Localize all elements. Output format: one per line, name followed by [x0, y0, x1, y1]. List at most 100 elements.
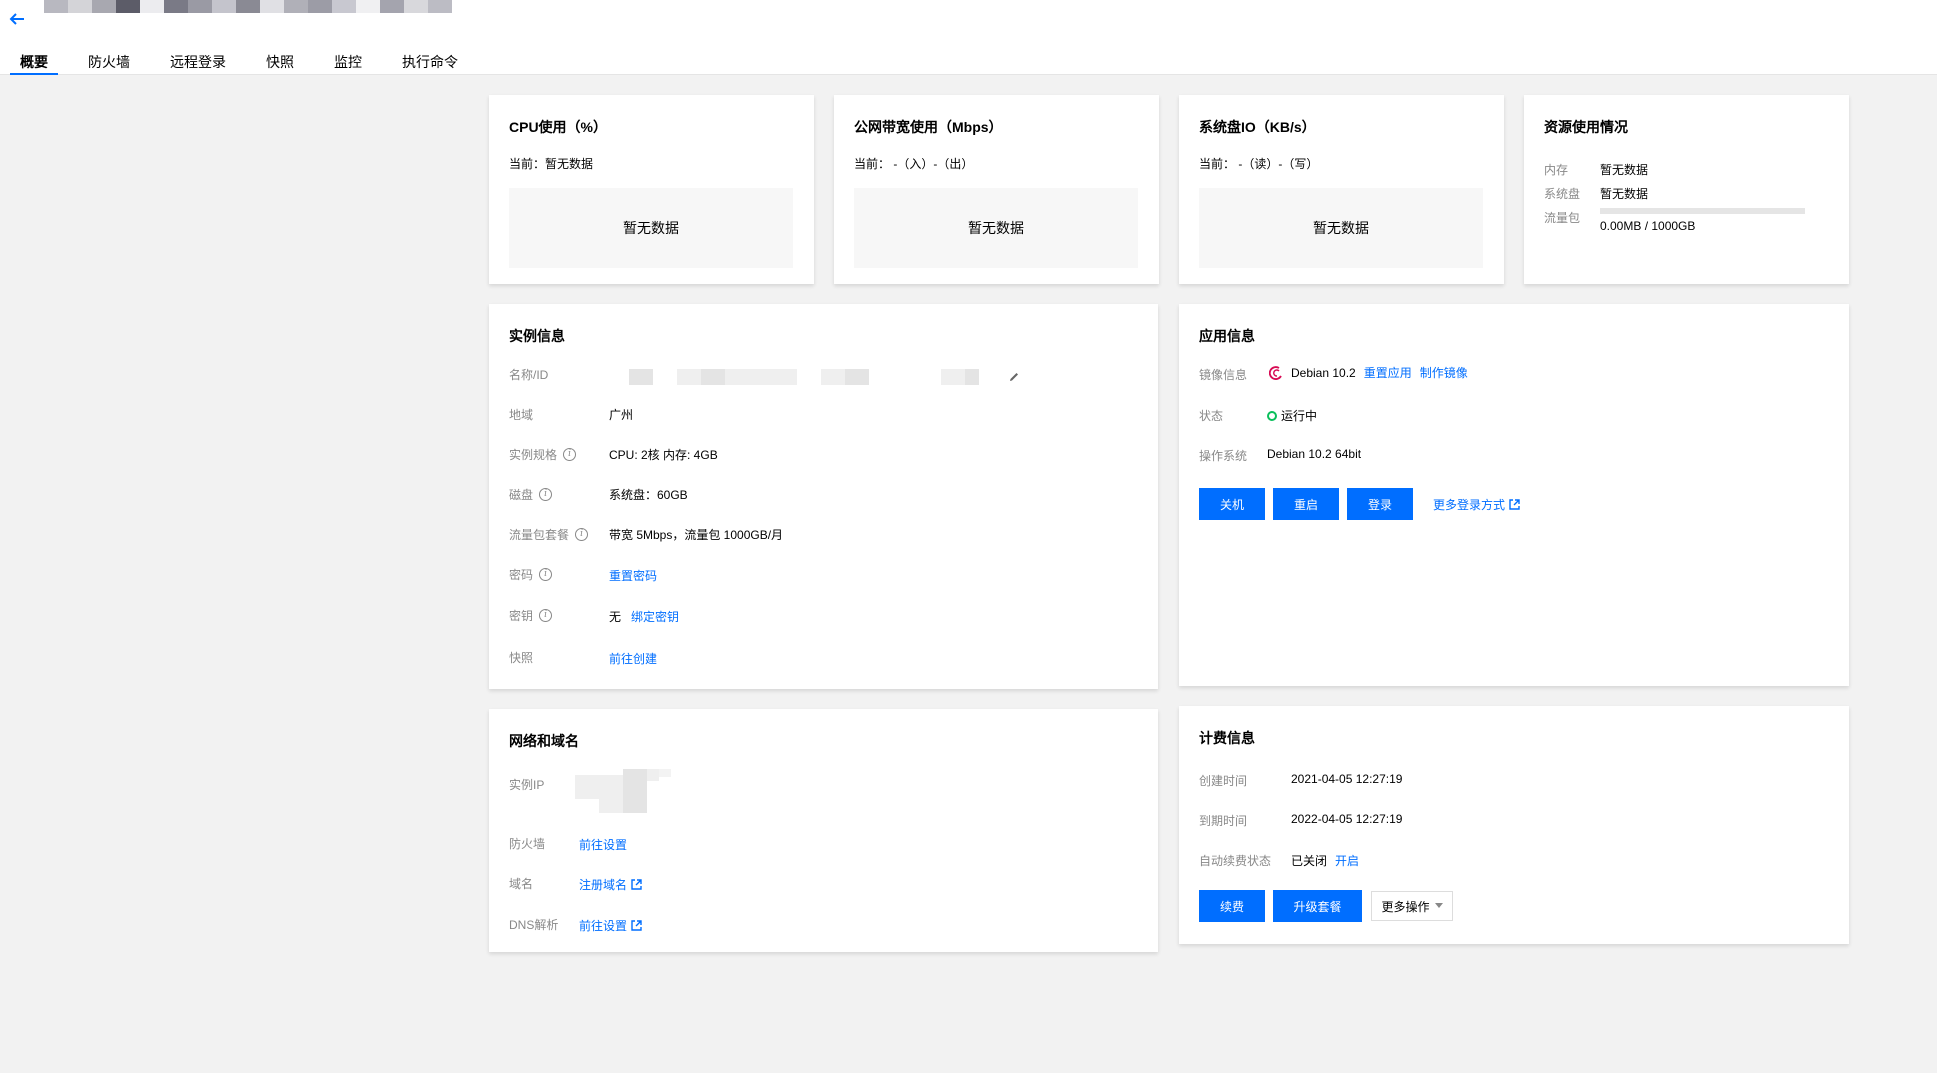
reset-app-link[interactable]: 重置应用 [1364, 364, 1412, 381]
tab-bar: 概要 防火墙 远程登录 快照 监控 执行命令 [10, 48, 488, 75]
key-value: 无 绑定密钥 [609, 608, 679, 625]
password-label-text: 密码 [509, 568, 534, 582]
key-value-text: 无 [609, 610, 622, 624]
register-domain-link[interactable]: 注册域名 [579, 876, 642, 893]
reset-password-link[interactable]: 重置密码 [609, 567, 657, 584]
name-id-label: 名称/ID [509, 368, 549, 382]
external-link-icon [631, 879, 642, 890]
empty-chart: 暂无数据 [854, 188, 1138, 268]
empty-chart: 暂无数据 [509, 188, 793, 268]
instance-info-card: 实例信息 名称/ID 地域 广州 实例规格 i CPU: 2核 内存: 4GB 磁… [489, 304, 1158, 689]
current-value: 当前： -（入）-（出） [854, 157, 974, 171]
traffic-package-label-text: 流量包套餐 [509, 528, 570, 542]
card-title: 资源使用情况 [1544, 119, 1628, 135]
expire-time-value: 2022-04-05 12:27:19 [1291, 812, 1403, 826]
dns-settings-link[interactable]: 前往设置 [579, 917, 642, 934]
running-status-icon [1267, 410, 1277, 421]
card-title: 应用信息 [1199, 328, 1255, 344]
app-info-card: 应用信息 镜像信息 Debian 10.2 重置应用 制作镜像 状态 运行中 操… [1179, 304, 1849, 686]
instance-ip-label: 实例IP [509, 778, 545, 792]
empty-chart: 暂无数据 [1199, 188, 1483, 268]
expire-time-label: 到期时间 [1199, 814, 1248, 828]
more-actions-text: 更多操作 [1381, 899, 1430, 914]
enable-auto-renew-link[interactable]: 开启 [1335, 852, 1359, 869]
disk-io-card: 系统盘IO（KB/s） 当前： -（读）-（写） 暂无数据 [1179, 95, 1504, 284]
info-icon[interactable]: i [575, 528, 589, 541]
region-value: 广州 [609, 408, 634, 422]
shutdown-button[interactable]: 关机 [1199, 488, 1265, 520]
status-label: 状态 [1199, 409, 1224, 423]
current-value: 当前：暂无数据 [509, 157, 594, 171]
auto-renew-label: 自动续费状态 [1199, 854, 1272, 868]
restart-button[interactable]: 重启 [1273, 488, 1339, 520]
traffic-value: 0.00MB / 1000GB [1600, 219, 1696, 233]
tab-monitor[interactable]: 监控 [324, 48, 372, 75]
tab-run-command[interactable]: 执行命令 [392, 48, 468, 75]
disk-label-text: 磁盘 [509, 488, 534, 502]
resource-usage-card: 资源使用情况 内存 暂无数据 系统盘 暂无数据 流量包 0.00MB / 100… [1524, 95, 1849, 284]
key-label-text: 密钥 [509, 609, 534, 623]
created-time-label: 创建时间 [1199, 774, 1248, 788]
info-icon[interactable]: i [539, 609, 553, 622]
upgrade-plan-button[interactable]: 升级套餐 [1273, 890, 1362, 922]
auto-renew-value: 已关闭 开启 [1291, 852, 1359, 869]
cpu-usage-card: CPU使用（%） 当前：暂无数据 暂无数据 [489, 95, 814, 284]
create-snapshot-link[interactable]: 前往创建 [609, 650, 657, 667]
firewall-label: 防火墙 [509, 837, 546, 851]
region-label: 地域 [509, 408, 534, 422]
tab-overview[interactable]: 概要 [10, 48, 58, 75]
memory-label: 内存 [1544, 163, 1569, 177]
card-title: 公网带宽使用（Mbps） [854, 119, 1003, 135]
disk-label: 磁盘 i [509, 486, 553, 503]
system-disk-label: 系统盘 [1544, 187, 1581, 201]
more-login-text: 更多登录方式 [1433, 498, 1506, 512]
tab-remote-login[interactable]: 远程登录 [160, 48, 236, 75]
more-actions-dropdown[interactable]: 更多操作 [1371, 891, 1453, 921]
status-value: 运行中 [1267, 407, 1317, 424]
traffic-label: 流量包 [1544, 211, 1581, 225]
traffic-package-value: 带宽 5Mbps，流量包 1000GB/月 [609, 528, 784, 542]
firewall-settings-link[interactable]: 前往设置 [579, 836, 627, 853]
image-label: 镜像信息 [1199, 368, 1248, 382]
renew-button[interactable]: 续费 [1199, 890, 1265, 922]
card-title: 系统盘IO（KB/s） [1199, 119, 1316, 135]
domain-label: 域名 [509, 877, 534, 891]
dns-settings-text: 前往设置 [579, 919, 628, 933]
info-icon[interactable]: i [539, 488, 553, 501]
status-text: 运行中 [1281, 409, 1318, 423]
memory-value: 暂无数据 [1600, 163, 1649, 177]
os-value: Debian 10.2 64bit [1267, 447, 1362, 461]
spec-label-text: 实例规格 [509, 448, 558, 462]
auto-renew-status: 已关闭 [1291, 854, 1328, 868]
image-name: Debian 10.2 [1291, 365, 1356, 380]
tab-snapshot[interactable]: 快照 [256, 48, 304, 75]
password-label: 密码 i [509, 566, 553, 583]
instance-title-redacted [44, 0, 452, 26]
tab-firewall[interactable]: 防火墙 [78, 48, 140, 75]
billing-info-card: 计费信息 创建时间 2021-04-05 12:27:19 到期时间 2022-… [1179, 706, 1849, 944]
network-domain-card: 网络和域名 实例IP 防火墙 前往设置 域名 注册域名 DNS解析 前往设置 [489, 709, 1158, 952]
back-arrow-icon[interactable] [8, 10, 26, 28]
current-value: 当前： -（读）-（写） [1199, 157, 1319, 171]
image-value: Debian 10.2 重置应用 制作镜像 [1269, 364, 1468, 381]
system-disk-value: 暂无数据 [1600, 187, 1649, 201]
caret-down-icon [1434, 903, 1443, 908]
info-icon[interactable]: i [539, 568, 553, 581]
os-label: 操作系统 [1199, 449, 1248, 463]
top-bar: 概要 防火墙 远程登录 快照 监控 执行命令 [0, 0, 1937, 75]
external-link-icon [631, 920, 642, 931]
login-button[interactable]: 登录 [1347, 488, 1413, 520]
disk-value: 系统盘：60GB [609, 488, 688, 502]
created-time-value: 2021-04-05 12:27:19 [1291, 772, 1403, 786]
bind-key-link[interactable]: 绑定密钥 [631, 608, 679, 625]
traffic-progress-bar [1600, 208, 1805, 214]
card-title: 计费信息 [1199, 730, 1255, 746]
more-login-link[interactable]: 更多登录方式 [1433, 496, 1520, 513]
edit-pencil-icon[interactable] [1008, 371, 1020, 383]
card-title: CPU使用（%） [509, 119, 608, 135]
register-domain-text: 注册域名 [579, 878, 628, 892]
spec-label: 实例规格 i [509, 446, 577, 463]
card-title: 实例信息 [509, 328, 565, 344]
make-image-link[interactable]: 制作镜像 [1420, 364, 1468, 381]
info-icon[interactable]: i [563, 448, 577, 461]
